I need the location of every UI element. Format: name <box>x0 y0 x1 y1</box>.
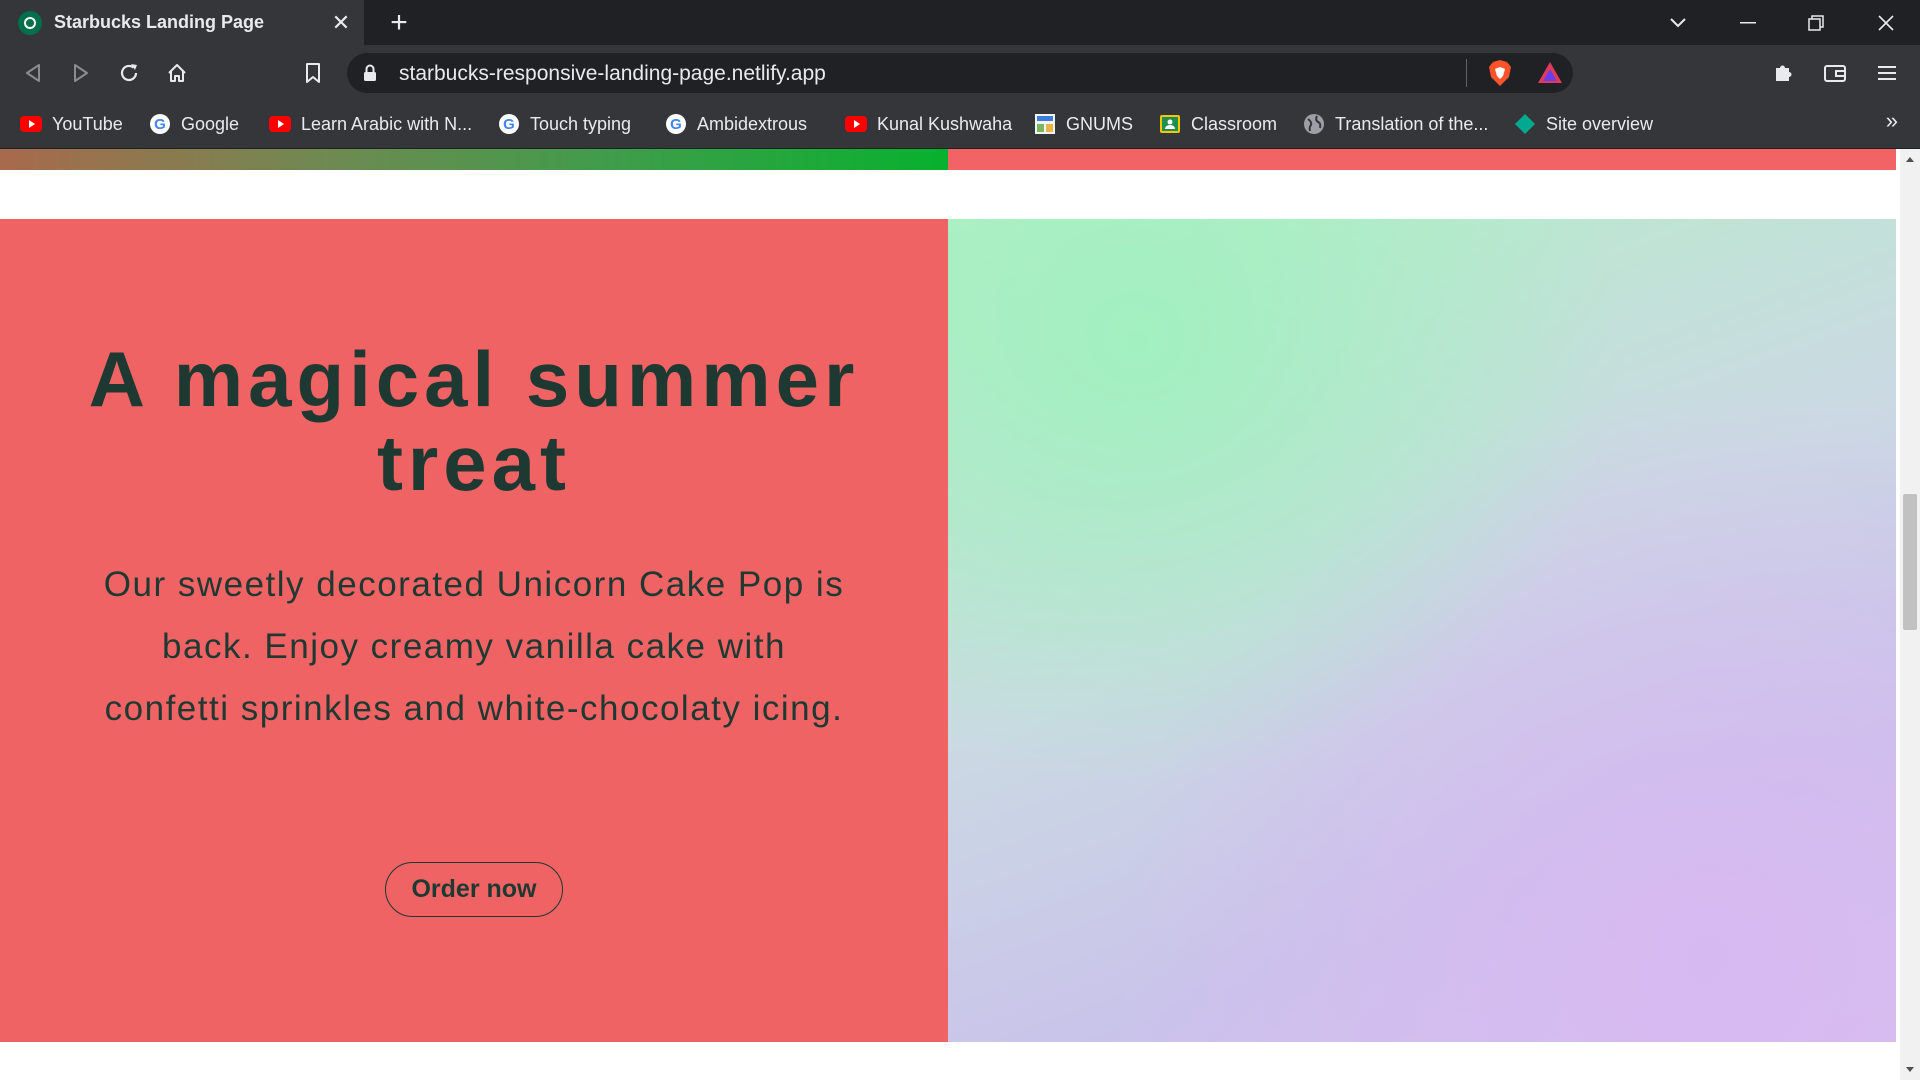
forward-icon[interactable] <box>61 53 101 93</box>
previous-section-panel <box>948 149 1896 170</box>
bookmark-label: Google <box>181 113 240 134</box>
hero-title: A magical summer treat <box>88 335 860 507</box>
page-viewport: A magical summer treat Our sweetly decor… <box>0 149 1900 1080</box>
bookmark-learn-arabic[interactable]: Learn Arabic with N... <box>269 110 472 138</box>
previous-section-image <box>0 149 948 170</box>
bookmark-label: Learn Arabic with N... <box>301 113 473 134</box>
url-text: starbucks-responsive-landing-page.netlif… <box>399 62 826 85</box>
new-tab-button[interactable]: + <box>382 6 416 40</box>
bookmark-label: Ambidextrous <box>697 113 808 134</box>
diamond-icon <box>1514 113 1536 135</box>
wallet-icon[interactable] <box>1815 53 1855 93</box>
tab-strip: Starbucks Landing Page ✕ + <box>0 0 1920 45</box>
brave-shields-icon[interactable] <box>1487 59 1513 92</box>
order-now-button[interactable]: Order now <box>385 862 563 917</box>
globe-icon <box>1303 113 1325 135</box>
google-icon: G <box>665 113 687 135</box>
svg-text:G: G <box>154 116 166 133</box>
google-icon: G <box>498 113 520 135</box>
bookmark-gnums[interactable]: GNUMS <box>1034 110 1133 138</box>
brave-rewards-icon[interactable] <box>1537 60 1563 91</box>
bookmark-label: GNUMS <box>1066 113 1133 134</box>
tab-starbucks[interactable]: Starbucks Landing Page ✕ <box>0 0 364 45</box>
hero-text-panel: A magical summer treat Our sweetly decor… <box>0 219 948 1042</box>
hero-description: Our sweetly decorated Unicorn Cake Pop i… <box>103 565 845 728</box>
tab-close-icon[interactable]: ✕ <box>326 8 356 38</box>
tab-search-icon[interactable] <box>1644 0 1712 45</box>
bookmark-google[interactable]: G Google <box>149 110 239 138</box>
bookmark-touch-typing[interactable]: G Touch typing <box>498 110 631 138</box>
svg-text:G: G <box>503 116 515 133</box>
bookmark-label: Translation of the... <box>1335 113 1489 134</box>
bookmark-classroom[interactable]: Classroom <box>1159 110 1277 138</box>
bookmark-kunal-kushwaha[interactable]: Kunal Kushwaha <box>845 110 1012 138</box>
bookmark-label: Touch typing <box>530 113 632 134</box>
starbucks-favicon-icon <box>18 10 42 35</box>
extensions-icon[interactable] <box>1763 53 1803 93</box>
bookmark-ambidextrous[interactable]: G Ambidextrous <box>665 110 807 138</box>
home-icon[interactable] <box>157 53 197 93</box>
bookmark-label: YouTube <box>52 113 123 134</box>
youtube-icon <box>845 113 867 135</box>
back-icon[interactable] <box>13 53 53 93</box>
reload-icon[interactable] <box>109 53 149 93</box>
hero-section: A magical summer treat Our sweetly decor… <box>0 219 1896 1042</box>
tab-title: Starbucks Landing Page <box>54 12 265 32</box>
bookmark-label: Classroom <box>1191 113 1278 134</box>
scroll-up-icon[interactable] <box>1900 149 1920 169</box>
google-icon: G <box>149 113 171 135</box>
scrollbar-thumb[interactable] <box>1903 494 1917 630</box>
svg-text:G: G <box>670 116 682 133</box>
browser-toolbar: starbucks-responsive-landing-page.netlif… <box>0 45 1920 100</box>
bookmark-icon[interactable] <box>293 53 333 93</box>
scroll-down-icon[interactable] <box>1900 1060 1920 1080</box>
hero-image-panel <box>948 219 1896 1042</box>
classroom-icon <box>1159 113 1181 135</box>
bookmark-site-overview[interactable]: Site overview <box>1514 110 1653 138</box>
youtube-icon <box>269 113 291 135</box>
gnums-icon <box>1034 113 1056 135</box>
restore-icon[interactable] <box>1782 0 1850 45</box>
bookmark-label: Site overview <box>1546 113 1654 134</box>
page-scrollbar[interactable] <box>1900 149 1920 1080</box>
close-window-icon[interactable] <box>1852 0 1920 45</box>
bookmarks-overflow-icon[interactable]: » <box>1886 108 1898 134</box>
bookmark-translation[interactable]: Translation of the... <box>1303 110 1488 138</box>
address-bar[interactable]: starbucks-responsive-landing-page.netlif… <box>347 53 1573 93</box>
youtube-icon <box>20 113 42 135</box>
omnibox-divider <box>1466 59 1467 87</box>
menu-icon[interactable] <box>1867 53 1907 93</box>
lock-icon[interactable] <box>363 64 377 87</box>
minimize-icon[interactable] <box>1714 0 1782 45</box>
bookmarks-bar: YouTube G Google Learn Arabic with N... … <box>0 100 1920 149</box>
bookmark-label: Kunal Kushwaha <box>877 113 1013 134</box>
bookmark-youtube[interactable]: YouTube <box>20 110 123 138</box>
